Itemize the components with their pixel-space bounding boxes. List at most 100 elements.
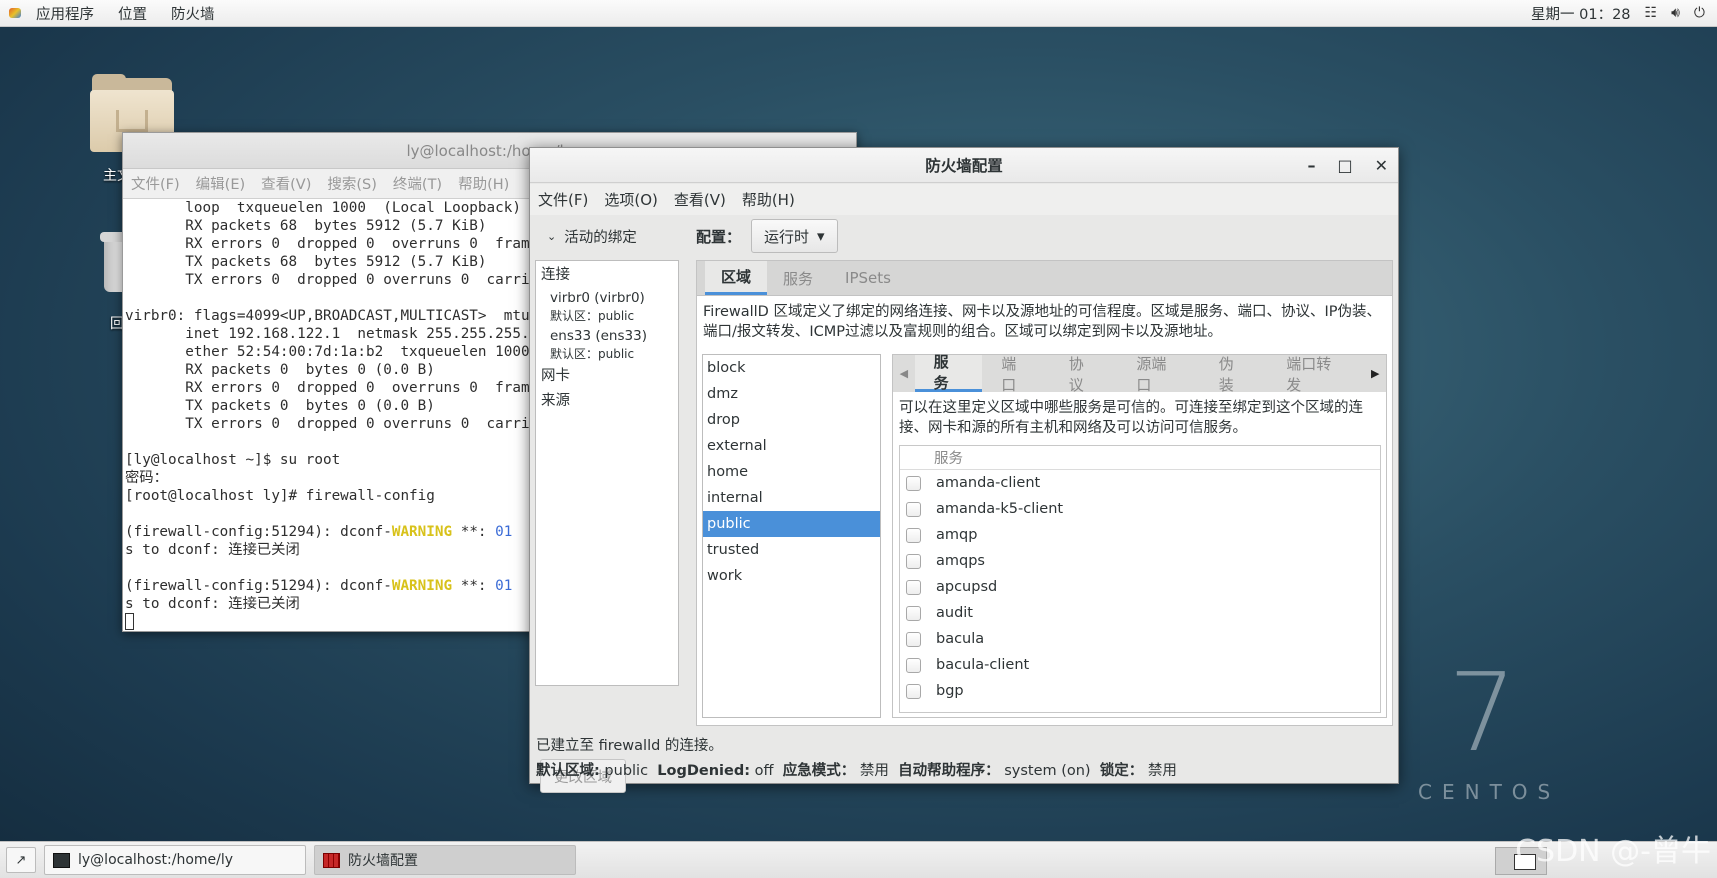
zone-item-internal[interactable]: internal — [703, 485, 880, 511]
panic-mode-value: 禁用 — [859, 763, 889, 779]
service-name: audit — [936, 605, 973, 621]
task-terminal[interactable]: ly@localhost:/home/ly — [44, 845, 306, 875]
services-column-header[interactable]: 服务 — [900, 446, 1380, 470]
warning-time: 01 — [495, 578, 513, 594]
close-icon[interactable]: ✕ — [1375, 156, 1388, 175]
terminal-icon — [53, 852, 70, 868]
service-row[interactable]: amanda-client — [900, 470, 1380, 496]
menu-applications[interactable]: 应用程序 — [24, 3, 106, 24]
warning-time: 01 — [495, 524, 513, 540]
service-row[interactable]: bgp — [900, 678, 1380, 704]
firewall-icon — [323, 852, 340, 868]
binding-connection-virbr0[interactable]: virbr0 (virbr0) 默认区：public — [536, 290, 678, 324]
connection-status: 已建立至 firewalld 的连接。 — [536, 738, 723, 754]
firewall-menubar: 文件(F) 选项(O) 查看(V) 帮助(H) — [530, 184, 1398, 215]
applications-icon[interactable] — [8, 6, 22, 20]
zone-item-public[interactable]: public — [703, 511, 880, 537]
service-row[interactable]: bacula-client — [900, 652, 1380, 678]
terminal-menu-edit[interactable]: 编辑(E) — [188, 173, 253, 194]
subtab-source-ports[interactable]: 源端口 — [1117, 355, 1199, 394]
zone-item-block[interactable]: block — [703, 355, 880, 381]
active-bindings-toggle[interactable]: ⌄ 活动的绑定 — [535, 218, 679, 254]
binding-connection-ens33[interactable]: ens33 (ens33) 默认区：public — [536, 328, 678, 362]
subtab-services[interactable]: 服务 — [914, 353, 983, 392]
task-firewall-config[interactable]: 防火墙配置 — [314, 845, 576, 875]
warning-prefix: (firewall-config:51294): dconf- — [125, 578, 392, 594]
configuration-label: 配置： — [696, 227, 742, 246]
zone-sub-tabs: ◀ 服务 端口 协议 源端口 伪装 端口转发 ▶ — [893, 353, 1386, 394]
menu-view[interactable]: 查看(V) — [666, 189, 734, 210]
terminal-menu-terminal[interactable]: 终端(T) — [385, 173, 450, 194]
task-label: 防火墙配置 — [348, 853, 418, 869]
services-description: 可以在这里定义区域中哪些服务是可信的。可连接至绑定到这个区域的连接、网卡和源的所… — [899, 400, 1363, 436]
network-icon[interactable]: ☷ — [1645, 5, 1658, 21]
service-row[interactable]: apcupsd — [900, 574, 1380, 600]
minimize-icon[interactable]: – — [1307, 156, 1315, 175]
bindings-connections-header[interactable]: 连接 — [536, 261, 678, 286]
service-checkbox[interactable] — [906, 683, 921, 699]
tab-zones[interactable]: 区域 — [705, 261, 768, 295]
zone-item-drop[interactable]: drop — [703, 407, 880, 433]
volume-icon[interactable]: 🔊︎ — [1671, 5, 1680, 21]
service-row[interactable]: amanda-k5-client — [900, 496, 1380, 522]
bindings-sources-header[interactable]: 来源 — [536, 387, 678, 412]
subtab-ports[interactable]: 端口 — [982, 355, 1050, 394]
subtab-protocols[interactable]: 协议 — [1050, 355, 1118, 394]
tabs-scroll-right-icon[interactable]: ▶ — [1364, 355, 1386, 392]
tab-services[interactable]: 服务 — [767, 261, 829, 295]
tab-ipsets[interactable]: IPSets — [829, 261, 907, 295]
csdn-watermark: CSDN @-曾牛 — [1515, 834, 1711, 869]
service-checkbox[interactable] — [906, 605, 921, 621]
service-row[interactable]: amqps — [900, 548, 1380, 574]
zone-item-home[interactable]: home — [703, 459, 880, 485]
service-name: apcupsd — [936, 579, 998, 595]
terminal-menu-view[interactable]: 查看(V) — [253, 173, 319, 194]
clock[interactable]: 星期一 01：28 — [1531, 3, 1631, 24]
service-row[interactable]: bacula — [900, 626, 1380, 652]
tabs-scroll-left-icon[interactable]: ◀ — [893, 355, 915, 392]
service-row[interactable]: audit — [900, 600, 1380, 626]
bindings-nics-header[interactable]: 网卡 — [536, 362, 678, 387]
service-checkbox[interactable] — [906, 553, 921, 569]
service-checkbox[interactable] — [906, 657, 921, 673]
terminal-menu-help[interactable]: 帮助(H) — [450, 173, 517, 194]
service-row[interactable]: amqp — [900, 522, 1380, 548]
terminal-menu-search[interactable]: 搜索(S) — [319, 173, 385, 194]
menu-firewall[interactable]: 防火墙 — [159, 3, 227, 24]
warning-prefix: (firewall-config:51294): dconf- — [125, 524, 392, 540]
configuration-value: 运行时 — [764, 227, 810, 246]
service-checkbox[interactable] — [906, 527, 921, 543]
terminal-menu-file[interactable]: 文件(F) — [123, 173, 188, 194]
zone-settings-panel: ◀ 服务 端口 协议 源端口 伪装 端口转发 ▶ 可以在这里定义区域中哪些服务是… — [892, 353, 1387, 718]
menu-help[interactable]: 帮助(H) — [734, 189, 803, 210]
show-desktop-icon[interactable]: ↗ — [6, 847, 36, 873]
window-controls: – □ ✕ — [1307, 148, 1388, 183]
zone-item-trusted[interactable]: trusted — [703, 537, 880, 563]
menu-options[interactable]: 选项(O) — [596, 189, 666, 210]
top-menu: 应用程序 位置 防火墙 — [0, 0, 227, 26]
subtab-masquerading[interactable]: 伪装 — [1200, 355, 1268, 394]
service-checkbox[interactable] — [906, 475, 921, 491]
service-checkbox[interactable] — [906, 501, 921, 517]
power-icon[interactable]: ⏻ — [1694, 5, 1705, 21]
zone-item-work[interactable]: work — [703, 563, 880, 589]
service-checkbox[interactable] — [906, 631, 921, 647]
zone-item-external[interactable]: external — [703, 433, 880, 459]
menu-file[interactable]: 文件(F) — [530, 189, 596, 210]
maximize-icon[interactable]: □ — [1337, 156, 1352, 175]
warning-word: WARNING — [391, 524, 453, 540]
configuration-dropdown[interactable]: 运行时 ▾ — [751, 219, 838, 253]
firewall-titlebar[interactable]: 防火墙配置 – □ ✕ — [530, 148, 1398, 183]
active-bindings-panel: ⌄ 活动的绑定 连接 virbr0 (virbr0) 默认区：public en… — [535, 218, 679, 793]
service-checkbox[interactable] — [906, 579, 921, 595]
configuration-selector: 配置： 运行时 ▾ — [696, 218, 838, 254]
menu-places[interactable]: 位置 — [106, 3, 159, 24]
top-bar: 应用程序 位置 防火墙 星期一 01：28 ☷ 🔊︎ ⏻ — [0, 0, 1717, 27]
zone-item-dmz[interactable]: dmz — [703, 381, 880, 407]
terminal-cursor — [125, 613, 134, 630]
service-name: bacula-client — [936, 657, 1030, 673]
default-zone-value: public — [604, 763, 649, 779]
main-tabs: 区域 服务 IPSets — [696, 260, 1393, 296]
zones-page: FirewallD 区域定义了绑定的网络连接、网卡以及源地址的可信程度。区域是服… — [696, 296, 1393, 726]
subtab-port-forwarding[interactable]: 端口转发 — [1267, 355, 1364, 394]
